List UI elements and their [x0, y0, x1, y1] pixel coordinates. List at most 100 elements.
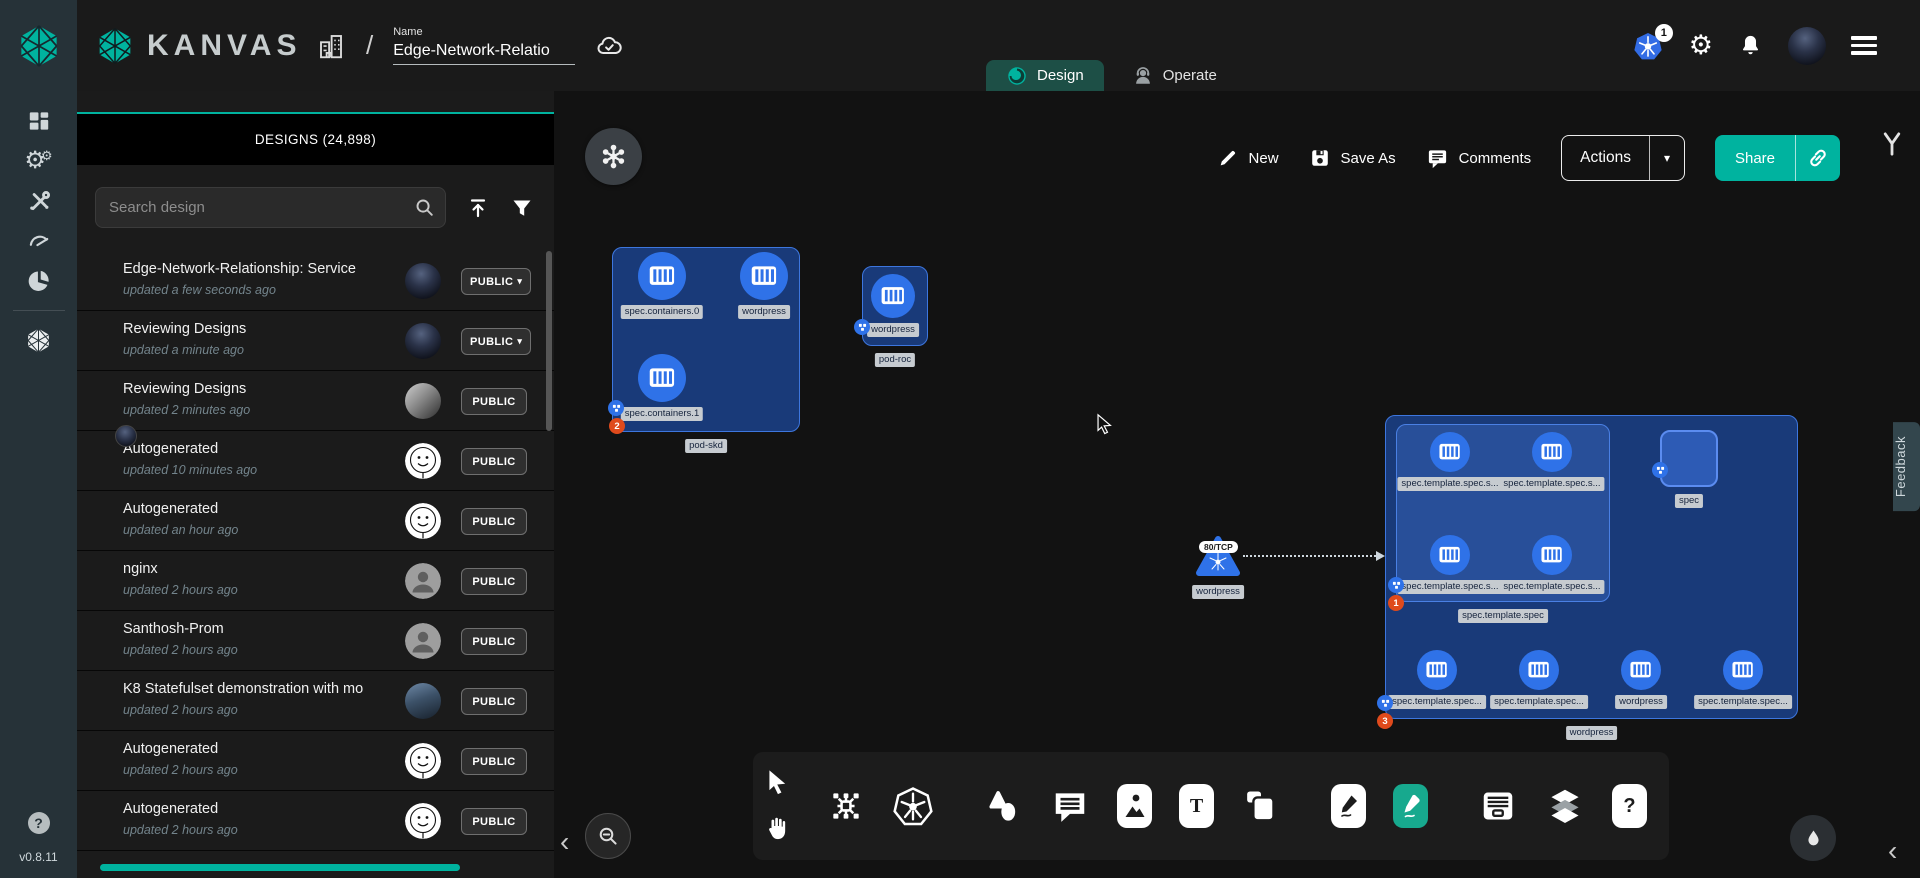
zoom-out-button[interactable]: [585, 813, 631, 859]
new-button[interactable]: New: [1217, 147, 1279, 169]
layers-icon[interactable]: [1545, 784, 1585, 828]
note-icon[interactable]: [1241, 784, 1281, 828]
copy-link-icon[interactable]: [1796, 135, 1840, 181]
design-list-item[interactable]: Autogeneratedupdated 2 hours agoPUBLIC: [77, 791, 554, 851]
visibility-badge[interactable]: PUBLIC: [461, 448, 527, 475]
container-node[interactable]: [1532, 535, 1572, 575]
design-canvas[interactable]: New Save As Comments Actions ▾ Share Fee…: [554, 91, 1920, 878]
actions-button[interactable]: Actions ▾: [1561, 135, 1685, 181]
share-button[interactable]: Share: [1715, 135, 1840, 181]
container-node[interactable]: [1519, 650, 1559, 690]
meshery-logo[interactable]: [0, 0, 77, 91]
comments-button[interactable]: Comments: [1426, 147, 1532, 170]
node-label: wordpress: [1192, 585, 1244, 599]
sidebar-item-lifecycle[interactable]: ⚙⚙: [19, 144, 59, 178]
rect-node[interactable]: [1660, 430, 1718, 487]
shapes-icon[interactable]: [983, 784, 1023, 828]
design-list-item[interactable]: Autogeneratedupdated 2 hours agoPUBLIC: [77, 731, 554, 791]
design-name-input[interactable]: [393, 40, 575, 65]
save-as-button[interactable]: Save As: [1309, 147, 1396, 169]
drawer-icon[interactable]: [1478, 784, 1518, 828]
settings-gear-icon[interactable]: ⚙: [1689, 32, 1713, 59]
container-node[interactable]: [1621, 650, 1661, 690]
design-list-item[interactable]: Autogeneratedupdated an hour agoPUBLIC: [77, 491, 554, 551]
design-updated: updated 2 hours ago: [123, 703, 238, 717]
issue-count-badge[interactable]: 3: [1377, 713, 1393, 729]
container-node[interactable]: [871, 274, 915, 318]
cursor-icon[interactable]: [763, 768, 793, 798]
help-icon[interactable]: ?: [1612, 784, 1647, 828]
visibility-badge[interactable]: PUBLIC▾: [461, 268, 531, 295]
caret-down-icon[interactable]: ▾: [1650, 136, 1684, 180]
horizontal-scrollbar[interactable]: [100, 864, 460, 871]
notifications-bell-icon[interactable]: [1738, 32, 1763, 59]
menu-hamburger-icon[interactable]: [1851, 36, 1877, 55]
scalpel-icon[interactable]: [1331, 784, 1366, 828]
ink-droplet-button[interactable]: [1790, 815, 1836, 861]
container-node[interactable]: [1723, 650, 1763, 690]
tab-operate[interactable]: Operate: [1112, 60, 1237, 91]
sidebar-item-meshery[interactable]: [19, 264, 59, 298]
design-list-item[interactable]: Santhosh-Promupdated 2 hours agoPUBLIC: [77, 611, 554, 671]
sidebar-item-dashboard[interactable]: [19, 104, 59, 138]
visibility-badge[interactable]: PUBLIC: [461, 808, 527, 835]
group-node[interactable]: [1396, 424, 1610, 602]
kanvas-logo[interactable]: KANVAS: [95, 0, 301, 91]
dock-group: [809, 784, 950, 828]
container-node[interactable]: [1532, 432, 1572, 472]
search-icon[interactable]: [413, 196, 436, 219]
design-list-item[interactable]: Reviewing Designsupdated 2 minutes agoPU…: [77, 371, 554, 431]
hand-icon[interactable]: [763, 814, 793, 844]
design-list-item[interactable]: nginxupdated 2 hours agoPUBLIC: [77, 551, 554, 611]
pod-badge-icon[interactable]: [608, 400, 624, 416]
image-icon[interactable]: [1117, 784, 1152, 828]
design-list-item[interactable]: Autogeneratedupdated 10 minutes agoPUBLI…: [77, 431, 554, 491]
avatar: [405, 263, 441, 299]
sidebar-item-performance[interactable]: [19, 224, 59, 258]
issue-count-badge[interactable]: 2: [609, 418, 625, 434]
text-icon[interactable]: T: [1179, 784, 1214, 828]
pod-badge-icon[interactable]: [1652, 462, 1668, 478]
container-node[interactable]: [740, 252, 788, 300]
visibility-badge[interactable]: PUBLIC: [461, 568, 527, 595]
visibility-badge[interactable]: PUBLIC: [461, 388, 527, 415]
design-list-item[interactable]: Edge-Network-Relationship: Serviceupdate…: [77, 251, 554, 311]
design-name: Autogenerated: [123, 441, 395, 457]
filter-icon[interactable]: [510, 196, 534, 220]
search-design-input[interactable]: [95, 187, 446, 228]
kubernetes-context-button[interactable]: 1: [1632, 31, 1664, 61]
collapse-panel-chevron-icon[interactable]: ‹: [560, 828, 569, 856]
import-design-icon[interactable]: [466, 196, 490, 220]
kubernetes-wheel-icon[interactable]: [893, 784, 933, 828]
visibility-badge[interactable]: PUBLIC: [461, 508, 527, 535]
container-node[interactable]: [1430, 432, 1470, 472]
sidebar-item-toolkit[interactable]: [19, 184, 59, 218]
visibility-badge[interactable]: PUBLIC▾: [461, 328, 531, 355]
collapse-right-chevron-icon[interactable]: ‹: [1888, 837, 1897, 865]
freehand-draw-icon[interactable]: [1393, 784, 1428, 828]
infrastructure-icon[interactable]: [826, 784, 866, 828]
design-name: K8 Statefulset demonstration with mo: [123, 681, 395, 697]
container-node[interactable]: [638, 354, 686, 402]
design-list-item[interactable]: K8 Statefulset demonstration with mo upda…: [77, 671, 554, 731]
issue-count-badge[interactable]: 1: [1388, 595, 1404, 611]
visibility-badge[interactable]: PUBLIC: [461, 628, 527, 655]
container-node[interactable]: [1430, 535, 1470, 575]
pod-badge-icon[interactable]: [854, 319, 870, 335]
visibility-badge[interactable]: PUBLIC: [461, 688, 527, 715]
organization-icon[interactable]: [316, 31, 346, 61]
vertical-scrollbar[interactable]: [546, 251, 552, 431]
visibility-badge[interactable]: PUBLIC: [461, 748, 527, 775]
design-list-item[interactable]: Reviewing Designsupdated a minute agoPUB…: [77, 311, 554, 371]
user-avatar[interactable]: [1788, 27, 1826, 65]
sidebar-item-kanvas[interactable]: [19, 323, 59, 357]
container-node[interactable]: [638, 252, 686, 300]
pod-badge-icon[interactable]: [1377, 695, 1393, 711]
feedback-tab[interactable]: Feedback: [1893, 422, 1920, 511]
tab-design[interactable]: Design: [986, 60, 1104, 91]
annotation-icon[interactable]: [1050, 784, 1090, 828]
help-button[interactable]: ?: [28, 812, 50, 834]
design-name-field: Name: [393, 26, 575, 65]
pod-badge-icon[interactable]: [1388, 577, 1404, 593]
container-node[interactable]: [1417, 650, 1457, 690]
